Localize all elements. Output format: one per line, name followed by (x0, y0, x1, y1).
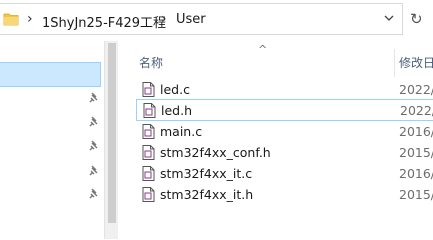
column-header: ^ 名称 修改日 (118, 41, 433, 79)
file-name: main.c (160, 124, 203, 139)
c-file-icon (142, 166, 155, 184)
file-name: led.h (161, 103, 192, 118)
refresh-button[interactable]: ↻ (410, 10, 433, 30)
file-date: 2022/ (400, 103, 433, 118)
c-file-icon (142, 124, 155, 142)
scrollbar-thumb[interactable] (108, 43, 116, 223)
breadcrumb-item-project[interactable]: 1ShyJn25-F429工程 (42, 12, 166, 31)
file-date: 2016/ (399, 166, 433, 181)
column-divider[interactable] (394, 49, 395, 77)
breadcrumb-item-user[interactable]: User (176, 12, 206, 27)
h-file-icon (142, 187, 155, 205)
file-date: 2015/ (399, 145, 433, 160)
address-bar[interactable]: › 1ShyJn25-F429工程 › User ↻ (0, 3, 433, 35)
file-name: stm32f4xx_it.c (160, 166, 253, 181)
pin-icon (88, 92, 100, 107)
file-date: 2022/ (399, 82, 433, 97)
h-file-icon (142, 145, 155, 163)
file-date: 2016/ (399, 124, 433, 139)
pin-icon (88, 165, 100, 180)
pin-icon (88, 116, 100, 131)
sort-ascending-icon: ^ (258, 43, 268, 56)
file-row[interactable]: main.c 2016/ (136, 121, 433, 143)
file-row[interactable]: stm32f4xx_it.h 2015/ (136, 184, 433, 206)
file-row[interactable]: stm32f4xx_conf.h 2015/ (136, 142, 433, 164)
folder-icon (3, 12, 19, 29)
file-row[interactable]: led.c 2022/ (136, 79, 433, 101)
file-name: stm32f4xx_conf.h (160, 145, 271, 160)
nav-scrollbar[interactable] (104, 41, 118, 239)
c-file-icon (142, 82, 155, 100)
file-row[interactable]: led.h 2022/ (136, 99, 433, 121)
breadcrumb[interactable]: › 1ShyJn25-F429工程 › User (0, 3, 403, 35)
h-file-icon (143, 103, 156, 121)
column-header-name[interactable]: 名称 (139, 54, 163, 71)
breadcrumb-separator: › (161, 11, 167, 27)
nav-selected-item[interactable] (0, 62, 101, 87)
pin-icon (88, 188, 100, 203)
navigation-pane[interactable] (0, 41, 118, 239)
file-name: led.c (160, 82, 190, 97)
pin-icon (88, 140, 100, 155)
file-name: stm32f4xx_it.h (160, 187, 254, 202)
file-date: 2015/ (399, 187, 433, 202)
file-row[interactable]: stm32f4xx_it.c 2016/ (136, 163, 433, 185)
column-header-date[interactable]: 修改日 (399, 54, 433, 71)
breadcrumb-separator: › (27, 11, 33, 27)
chevron-down-icon[interactable] (383, 12, 395, 27)
